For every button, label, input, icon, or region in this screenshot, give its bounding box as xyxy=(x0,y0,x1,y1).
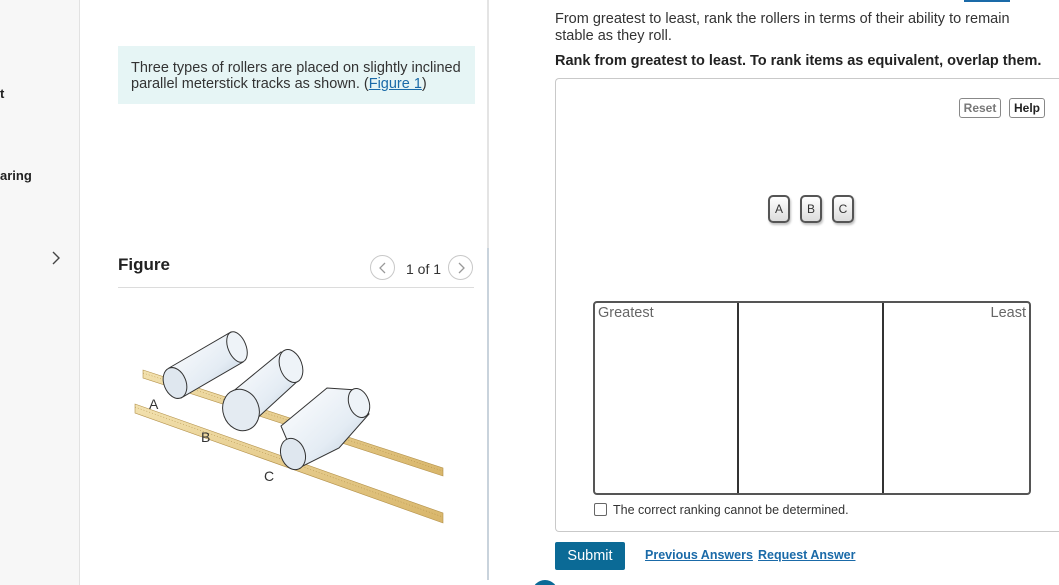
figure-divider xyxy=(118,287,474,288)
previous-figure-button[interactable] xyxy=(370,255,395,280)
top-link-underline[interactable] xyxy=(964,0,1010,2)
rank-bin-2[interactable] xyxy=(739,303,884,493)
submit-button[interactable]: Submit xyxy=(555,542,625,570)
rank-bin-1[interactable]: Greatest xyxy=(595,303,739,493)
figure-heading: Figure xyxy=(118,255,170,274)
rank-tile-c[interactable]: C xyxy=(832,195,854,223)
rank-bin-3[interactable]: Least xyxy=(884,303,1029,493)
feedback-icon[interactable] xyxy=(532,580,558,585)
previous-answers-link[interactable]: Previous Answers xyxy=(645,548,753,562)
sidebar-item-1[interactable]: t xyxy=(0,86,4,101)
figure-pager: 1 of 1 xyxy=(406,261,442,277)
chevron-left-icon xyxy=(379,262,386,274)
help-button[interactable]: Help xyxy=(1009,98,1045,118)
cannot-determine-checkbox[interactable] xyxy=(594,503,607,516)
least-label: Least xyxy=(990,305,1026,321)
sidebar-item-2[interactable]: aring xyxy=(0,168,32,183)
problem-pane: Three types of rollers are placed on sli… xyxy=(81,0,488,585)
greatest-label: Greatest xyxy=(598,305,654,321)
rank-tile-b[interactable]: B xyxy=(800,195,822,223)
roller-c xyxy=(279,387,371,471)
figure-label-a: A xyxy=(149,396,159,412)
problem-intro: Three types of rollers are placed on sli… xyxy=(118,46,475,104)
figure-link[interactable]: Figure 1 xyxy=(369,76,422,92)
reset-button[interactable]: Reset xyxy=(959,98,1001,118)
rollers-figure: A B C xyxy=(134,331,444,524)
question-pane: From greatest to least, rank the rollers… xyxy=(489,0,1059,585)
figure-label-c: C xyxy=(264,468,274,484)
chevron-right-icon[interactable] xyxy=(49,250,63,266)
sidebar: t aring xyxy=(0,0,80,585)
chevron-right-icon xyxy=(458,262,465,274)
question-prompt: From greatest to least, rank the rollers… xyxy=(555,11,1010,44)
rank-tile-a[interactable]: A xyxy=(768,195,790,223)
ranking-bins: Greatest Least xyxy=(593,301,1031,495)
ranking-widget: Reset Help A B C Greatest Least The corr… xyxy=(555,78,1059,532)
request-answer-link[interactable]: Request Answer xyxy=(758,548,855,562)
intro-close: ) xyxy=(421,76,427,92)
next-figure-button[interactable] xyxy=(448,255,473,280)
ranking-instruction: Rank from greatest to least. To rank ite… xyxy=(555,53,1042,69)
cannot-determine-label[interactable]: The correct ranking cannot be determined… xyxy=(613,503,849,517)
figure-label-b: B xyxy=(201,429,210,445)
